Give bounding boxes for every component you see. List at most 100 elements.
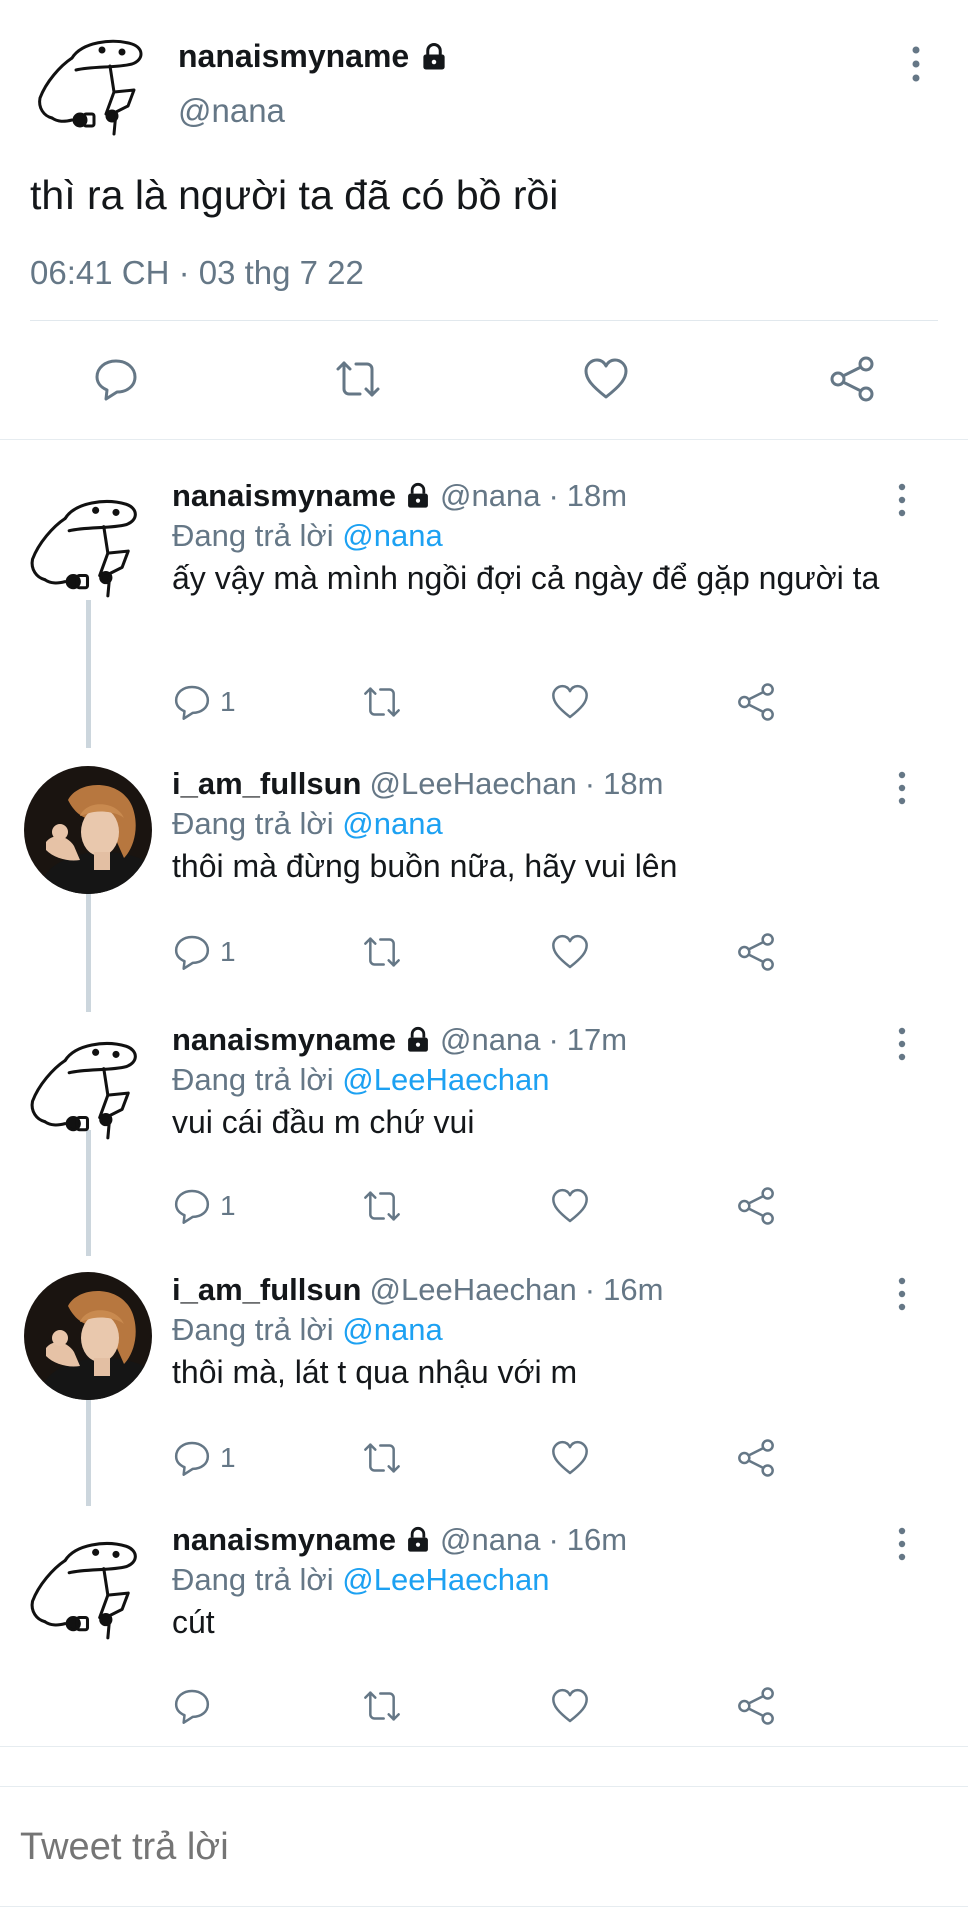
separator-dot: · [548,478,559,513]
replying-to-mention[interactable]: @LeeHaechan [342,1562,549,1597]
reply-tweet[interactable]: nanaismyname @nana · 16m Đang trả lời @L… [0,1522,968,1742]
doodle-sketch-avatar[interactable] [32,30,157,140]
like-icon[interactable] [550,680,590,724]
author-display-name[interactable]: nanaismyname [178,38,409,75]
more-options-icon[interactable] [891,1026,913,1062]
retweet-icon[interactable] [362,930,402,974]
retweet-icon[interactable] [362,1684,402,1728]
replying-to: Đang trả lời @LeeHaechan [172,1562,550,1598]
separator-dot: · [548,1522,559,1557]
more-options-icon[interactable] [904,44,928,84]
replying-to-prefix: Đang trả lời [172,1312,334,1347]
more-options-icon[interactable] [891,1526,913,1562]
reply-icon [172,1186,212,1226]
reply-count: 1 [220,1190,236,1221]
reply-handle[interactable]: @nana [440,1022,540,1058]
reply-header: nanaismyname @nana · 16m [172,1522,627,1558]
reply-tweet[interactable]: i_am_fullsun @LeeHaechan · 18m Đang trả … [0,766,968,986]
retweet-icon[interactable] [362,1436,402,1480]
lock-icon [419,42,449,72]
reply-tweet[interactable]: i_am_fullsun @LeeHaechan · 16m Đang trả … [0,1272,968,1492]
replying-to: Đang trả lời @nana [172,1312,443,1348]
reply-time: 18m [566,478,628,513]
divider [0,1906,968,1907]
like-icon[interactable] [550,930,590,974]
author-handle[interactable]: @nana [178,92,285,130]
more-options-icon[interactable] [891,1276,913,1312]
retweet-icon[interactable] [362,1184,402,1228]
reply-text: thôi mà, lát t qua nhậu với m [172,1354,578,1390]
reply-handle[interactable]: @nana [440,478,540,514]
reply-text: cút [172,1604,215,1640]
reply-handle[interactable]: @nana [440,1522,540,1558]
share-icon[interactable] [736,1184,776,1228]
retweet-icon[interactable] [362,680,402,724]
reply-icon [172,1438,212,1478]
divider [0,1746,968,1747]
doodle-sketch-avatar[interactable] [24,1532,152,1660]
more-options-icon[interactable] [891,770,913,806]
reply-text: ấy vậy mà mình ngồi đợi cả ngày để gặp n… [172,560,880,596]
reply-action-bar [172,1684,792,1728]
reply-icon[interactable] [92,355,140,403]
more-options-icon[interactable] [891,482,913,518]
reply-display-name[interactable]: nanaismyname [172,1022,396,1058]
reply-display-name[interactable]: nanaismyname [172,478,396,514]
replying-to-prefix: Đang trả lời [172,1562,334,1597]
reply-button[interactable]: 1 [172,1436,236,1480]
replying-to: Đang trả lời @nana [172,806,443,842]
replying-to: Đang trả lời @LeeHaechan [172,1062,550,1098]
doodle-sketch-avatar[interactable] [24,1032,152,1160]
retweet-icon[interactable] [334,355,382,403]
share-icon[interactable] [736,680,776,724]
replying-to-mention[interactable]: @LeeHaechan [342,1062,549,1097]
reply-header: i_am_fullsun @LeeHaechan · 18m [172,766,663,802]
like-icon[interactable] [550,1184,590,1228]
reply-time: 16m [603,1272,664,1307]
reply-tweet[interactable]: nanaismyname @nana · 17m Đang trả lời @L… [0,1022,968,1242]
reply-action-bar: 1 [172,1184,792,1228]
share-icon[interactable] [736,1684,776,1728]
replying-to: Đang trả lời @nana [172,518,443,554]
reply-action-bar: 1 [172,930,792,974]
reply-handle[interactable]: @LeeHaechan [370,766,577,802]
lock-icon [404,482,432,510]
reply-time: 17m [566,1022,628,1057]
reply-button[interactable] [172,1684,220,1728]
photo-avatar[interactable] [24,766,152,894]
reply-handle[interactable]: @LeeHaechan [370,1272,577,1308]
share-icon[interactable] [828,355,876,403]
divider [0,1786,968,1787]
reply-display-name[interactable]: nanaismyname [172,1522,396,1558]
replying-to-mention[interactable]: @nana [342,806,442,841]
reply-button[interactable]: 1 [172,680,236,724]
lock-icon [404,1526,432,1554]
reply-text: thôi mà đừng buồn nữa, hãy vui lên [172,848,678,884]
reply-action-bar: 1 [172,1436,792,1480]
tweet-timestamp[interactable]: 06:41 CH · 03 thg 7 22 [30,254,364,292]
like-icon[interactable] [550,1436,590,1480]
reply-display-name[interactable]: i_am_fullsun [172,1272,362,1308]
divider [30,320,938,321]
doodle-sketch-avatar[interactable] [24,490,152,618]
photo-avatar[interactable] [24,1272,152,1400]
share-icon[interactable] [736,1436,776,1480]
separator-dot: · [584,766,596,801]
reply-button[interactable]: 1 [172,930,236,974]
separator-dot: · [548,1022,559,1057]
replying-to-mention[interactable]: @nana [342,518,442,553]
reply-display-name[interactable]: i_am_fullsun [172,766,362,802]
reply-button[interactable]: 1 [172,1184,236,1228]
share-icon[interactable] [736,930,776,974]
reply-composer-input[interactable] [20,1826,920,1869]
reply-tweet[interactable]: nanaismyname @nana · 18m Đang trả lời @n… [0,478,968,728]
reply-icon [172,932,212,972]
like-icon[interactable] [582,355,630,403]
reply-time: 18m [603,766,664,801]
replying-to-prefix: Đang trả lời [172,806,334,841]
reply-count: 1 [220,936,236,967]
reply-header: nanaismyname @nana · 18m [172,478,627,514]
reply-count: 1 [220,1442,236,1473]
like-icon[interactable] [550,1684,590,1728]
replying-to-mention[interactable]: @nana [342,1312,442,1347]
